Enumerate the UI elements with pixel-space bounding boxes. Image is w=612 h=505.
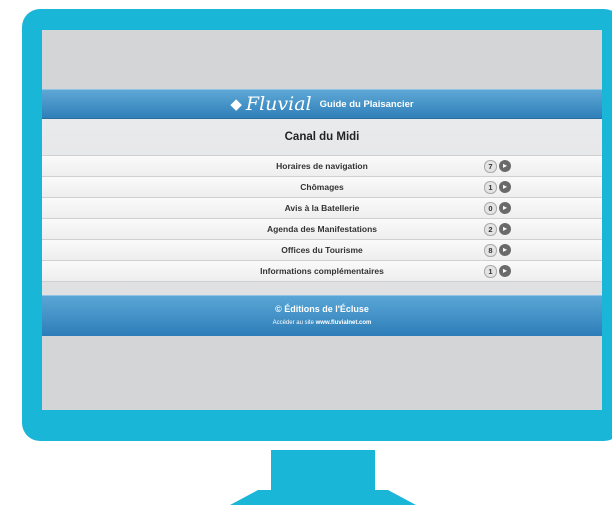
page-title: Canal du Midi: [284, 131, 360, 143]
menu-item-label: Horaires de navigation: [276, 161, 368, 171]
menu-item-informations[interactable]: Informations complémentaires 1 ▸: [42, 260, 602, 282]
count-badge: 1: [484, 265, 497, 278]
count-badge: 0: [484, 202, 497, 215]
site-link-url[interactable]: www.fluvialnet.com: [316, 320, 372, 326]
copyright-text: © Éditions de l'Écluse: [275, 304, 369, 314]
app-header: ◆ Fluvial Guide du Plaisancier: [42, 89, 602, 119]
menu-item-horaires[interactable]: Horaires de navigation 7 ▸: [42, 155, 602, 176]
chevron-right-icon[interactable]: ▸: [499, 160, 511, 172]
menu-item-label: Informations complémentaires: [260, 266, 384, 276]
site-link-prefix: Accéder au site: [272, 320, 316, 326]
count-badge: 1: [484, 181, 497, 194]
chevron-right-icon[interactable]: ▸: [499, 202, 511, 214]
logo-text: Fluvial: [245, 93, 312, 115]
monitor-stand-neck: [271, 450, 375, 495]
count-badge: 8: [484, 244, 497, 257]
count-badge: 7: [484, 160, 497, 173]
monitor-screen: ◆ Fluvial Guide du Plaisancier Canal du …: [42, 30, 602, 410]
chevron-right-icon[interactable]: ▸: [499, 244, 511, 256]
menu-item-agenda[interactable]: Agenda des Manifestations 2 ▸: [42, 218, 602, 239]
count-badge: 2: [484, 223, 497, 236]
menu-list: Horaires de navigation 7 ▸ Chômages 1 ▸ …: [42, 155, 602, 282]
main-content: Canal du Midi Horaires de navigation 7 ▸…: [42, 119, 602, 295]
chevron-right-icon[interactable]: ▸: [499, 181, 511, 193]
boat-logo-icon: ◆: [230, 96, 242, 113]
menu-item-offices-tourisme[interactable]: Offices du Tourisme 8 ▸: [42, 239, 602, 260]
menu-item-label: Agenda des Manifestations: [266, 224, 378, 234]
menu-item-label: Avis à la Batellerie: [284, 203, 360, 213]
site-link[interactable]: Accéder au site www.fluvialnet.com: [42, 320, 602, 326]
menu-item-label: Offices du Tourisme: [281, 245, 363, 255]
monitor-stand-base: [230, 490, 416, 505]
app-footer: © Éditions de l'Écluse Accéder au site w…: [42, 295, 602, 336]
menu-item-chomages[interactable]: Chômages 1 ▸: [42, 176, 602, 197]
chevron-right-icon[interactable]: ▸: [499, 265, 511, 277]
menu-item-avis-batellerie[interactable]: Avis à la Batellerie 0 ▸: [42, 197, 602, 218]
app-subtitle: Guide du Plaisancier: [319, 98, 414, 110]
menu-item-label: Chômages: [300, 182, 344, 192]
chevron-right-icon[interactable]: ▸: [499, 223, 511, 235]
